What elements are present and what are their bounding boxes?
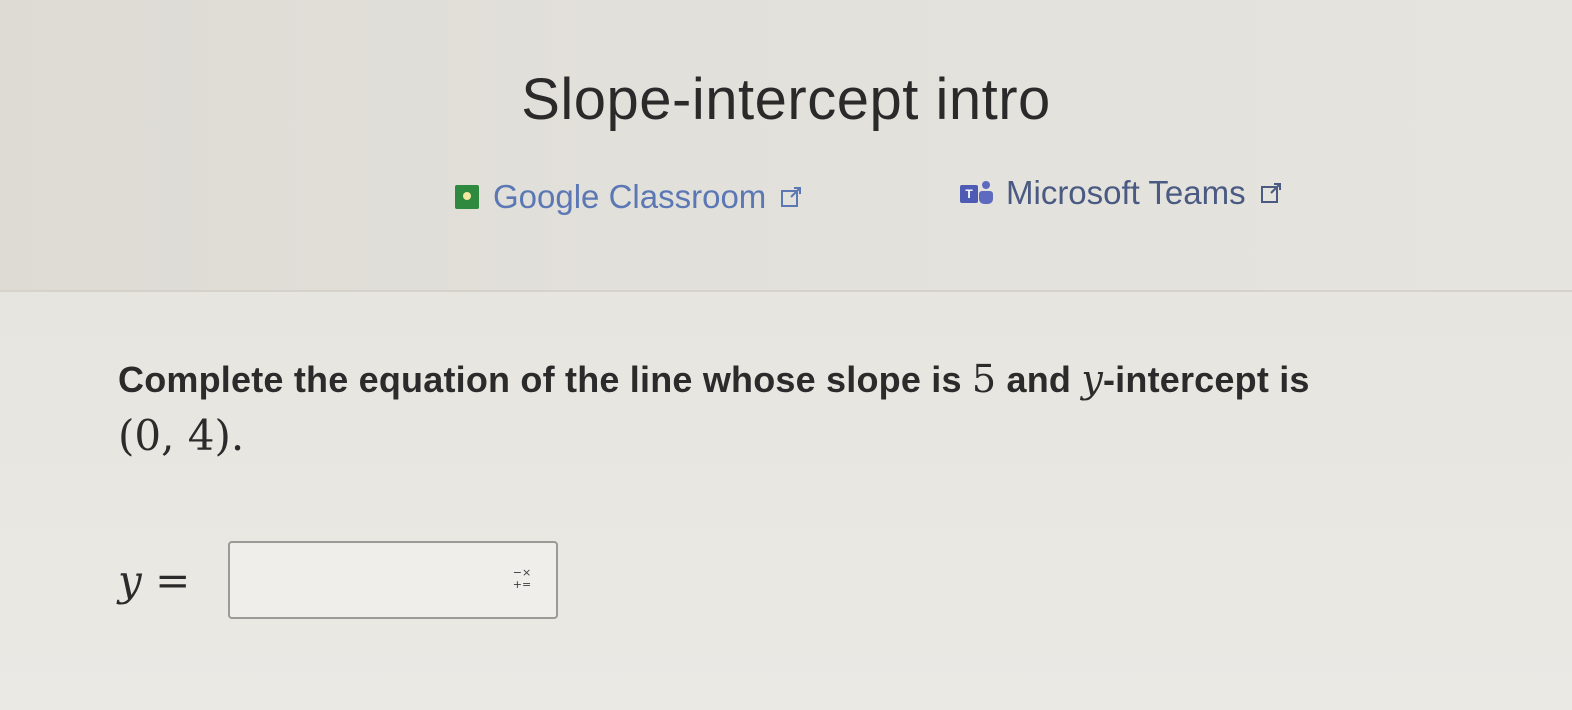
question-area: Complete the equation of the line whose … — [118, 352, 1538, 460]
external-link-icon — [781, 187, 802, 207]
intercept-point: (0, 4). — [118, 411, 245, 460]
answer-row: y = −× += — [118, 540, 558, 620]
page-title: Slope-intercept intro — [521, 67, 1051, 132]
answer-label: y = — [118, 555, 191, 605]
question-text: Complete the equation of the line whose … — [118, 357, 1310, 401]
microsoft-teams-icon: T — [958, 179, 1000, 207]
exercise-header: Slope-intercept intro Google Classroom T… — [0, 0, 1572, 292]
external-link-icon — [1260, 183, 1281, 203]
math-keypad-icon[interactable]: −× += — [510, 567, 534, 593]
share-google-classroom-label: Google Classroom — [493, 178, 767, 215]
y-variable: y — [1081, 357, 1103, 401]
google-classroom-icon — [455, 185, 479, 209]
slope-value: 5 — [971, 357, 997, 401]
share-microsoft-teams-link[interactable]: T Microsoft Teams — [958, 174, 1282, 212]
share-microsoft-teams-label: Microsoft Teams — [1006, 174, 1246, 211]
share-links-row: Google Classroom T Microsoft Teams — [0, 174, 1572, 222]
answer-input[interactable] — [238, 551, 482, 611]
answer-box[interactable]: −× += — [228, 541, 558, 619]
share-google-classroom-link[interactable]: Google Classroom — [455, 178, 802, 216]
page: Slope-intercept intro Google Classroom T… — [0, 0, 1572, 710]
